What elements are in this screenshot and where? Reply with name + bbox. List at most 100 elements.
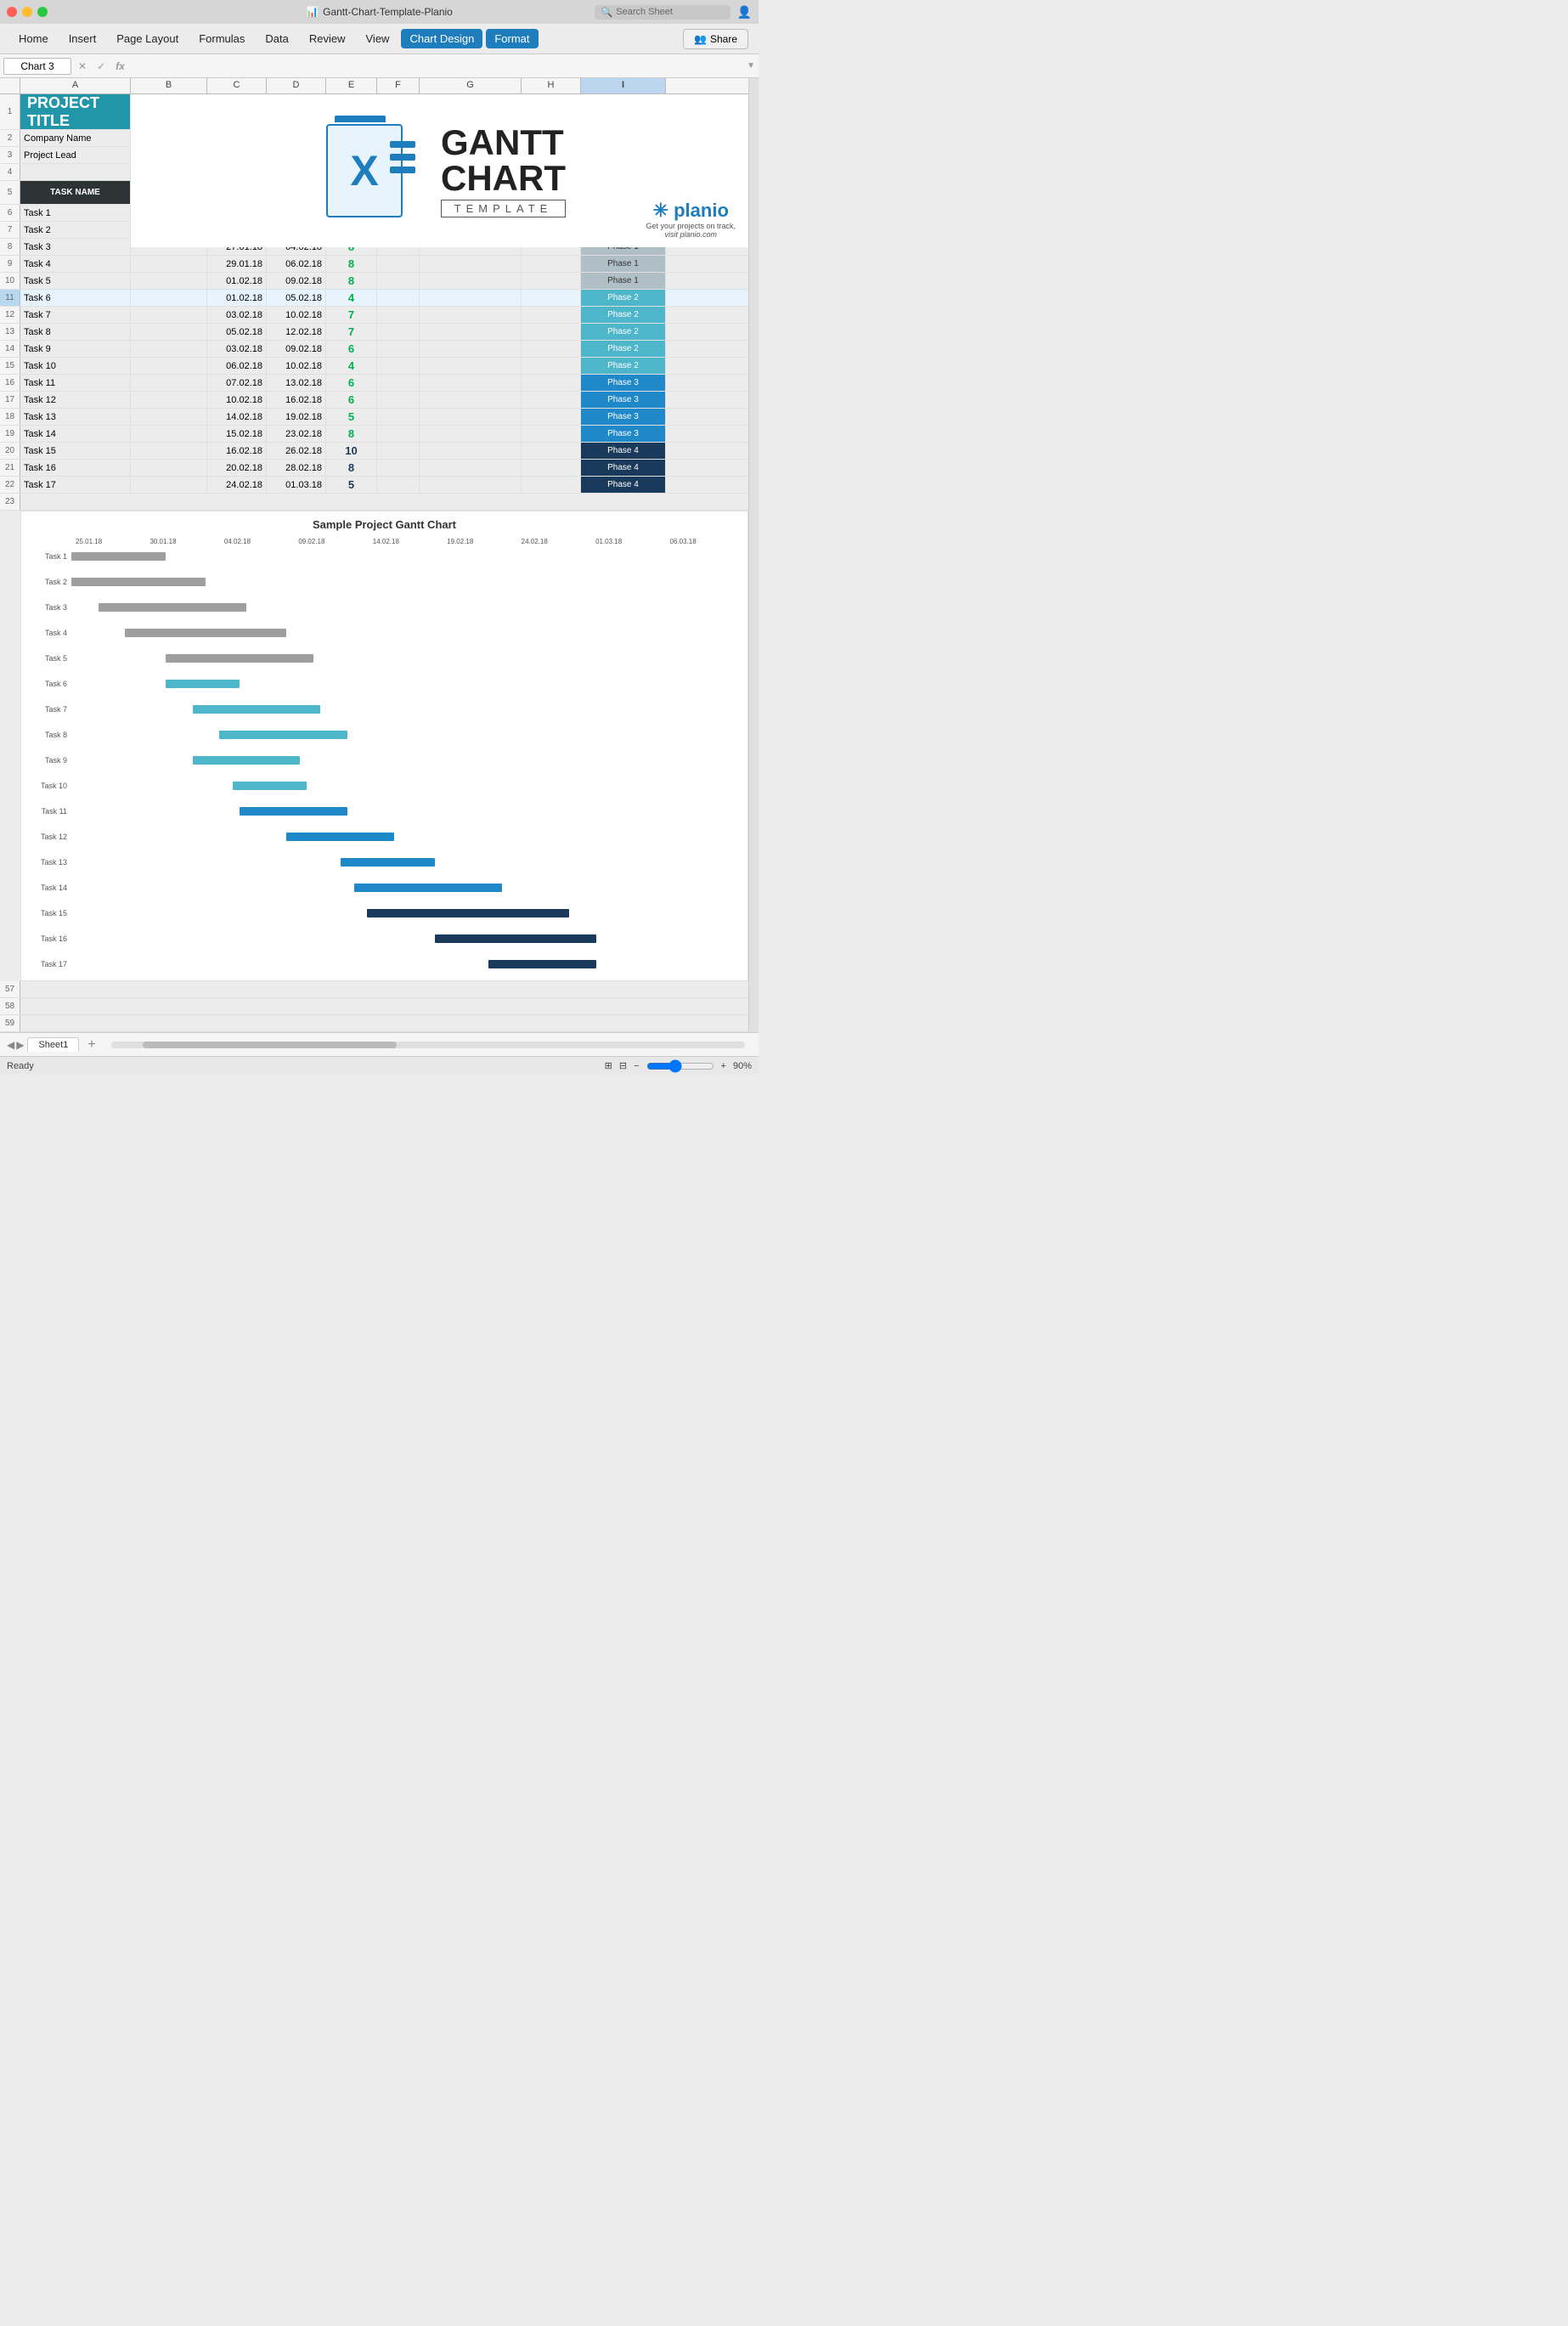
layout-view-icon[interactable]: ⊟	[619, 1060, 627, 1071]
phase-4[interactable]: Phase 1	[581, 256, 666, 272]
col-header-a[interactable]: A	[20, 78, 131, 93]
project-lead-cell[interactable]: Project Lead	[20, 147, 131, 163]
check-icon[interactable]: ✕	[75, 60, 90, 72]
phase-8[interactable]: Phase 2	[581, 324, 666, 340]
col-header-h[interactable]: H	[522, 78, 581, 93]
start-date-11[interactable]: 07.02.18	[207, 375, 267, 391]
desc-15[interactable]	[420, 443, 522, 459]
duration-9[interactable]: 6	[326, 341, 377, 357]
duration-4[interactable]: 8	[326, 256, 377, 272]
assigned-15[interactable]	[131, 443, 207, 459]
start-date-6[interactable]: 01.02.18	[207, 290, 267, 306]
col-header-b[interactable]: B	[131, 78, 207, 93]
menu-chart-design[interactable]: Chart Design	[401, 29, 482, 48]
assigned-8[interactable]	[131, 324, 207, 340]
assigned-17[interactable]	[131, 477, 207, 493]
task-name-12[interactable]: Task 12	[20, 392, 131, 408]
sheet-nav-arrows[interactable]: ◀ ▶	[7, 1039, 24, 1051]
zoom-in-icon[interactable]: +	[721, 1061, 726, 1071]
priority-14[interactable]	[522, 426, 581, 442]
priority-12[interactable]	[522, 392, 581, 408]
desc-7[interactable]	[420, 307, 522, 323]
pct-done-9[interactable]	[377, 341, 420, 357]
assigned-6[interactable]	[131, 290, 207, 306]
menu-page-layout[interactable]: Page Layout	[108, 29, 187, 48]
task-name-17[interactable]: Task 17	[20, 477, 131, 493]
priority-8[interactable]	[522, 324, 581, 340]
start-date-9[interactable]: 03.02.18	[207, 341, 267, 357]
start-date-10[interactable]: 06.02.18	[207, 358, 267, 374]
phase-16[interactable]: Phase 4	[581, 460, 666, 476]
col-header-g[interactable]: G	[420, 78, 522, 93]
pct-done-12[interactable]	[377, 392, 420, 408]
menu-insert[interactable]: Insert	[60, 29, 105, 48]
menu-formulas[interactable]: Formulas	[190, 29, 253, 48]
assigned-4[interactable]	[131, 256, 207, 272]
phase-5[interactable]: Phase 1	[581, 273, 666, 289]
company-name-cell[interactable]: Company Name	[20, 130, 131, 146]
phase-12[interactable]: Phase 3	[581, 392, 666, 408]
name-box[interactable]	[3, 58, 71, 75]
empty-row-23[interactable]	[20, 494, 748, 510]
header-task-name[interactable]: TASK NAME	[20, 181, 131, 204]
menu-format[interactable]: Format	[486, 29, 538, 48]
phase-17[interactable]: Phase 4	[581, 477, 666, 493]
expand-formula-icon[interactable]: ▼	[747, 61, 755, 71]
pct-done-8[interactable]	[377, 324, 420, 340]
duration-11[interactable]: 6	[326, 375, 377, 391]
phase-13[interactable]: Phase 3	[581, 409, 666, 425]
assigned-14[interactable]	[131, 426, 207, 442]
pct-done-10[interactable]	[377, 358, 420, 374]
confirm-icon[interactable]: ✓	[93, 60, 109, 72]
next-sheet-icon[interactable]: ▶	[16, 1039, 24, 1051]
start-date-4[interactable]: 29.01.18	[207, 256, 267, 272]
search-box[interactable]: 🔍 Search Sheet	[595, 5, 730, 20]
minimize-button[interactable]	[22, 7, 32, 17]
phase-10[interactable]: Phase 2	[581, 358, 666, 374]
task-name-9[interactable]: Task 9	[20, 341, 131, 357]
duration-14[interactable]: 8	[326, 426, 377, 442]
desc-17[interactable]	[420, 477, 522, 493]
priority-16[interactable]	[522, 460, 581, 476]
empty-59[interactable]	[20, 1015, 748, 1031]
start-date-12[interactable]: 10.02.18	[207, 392, 267, 408]
assigned-16[interactable]	[131, 460, 207, 476]
pct-done-16[interactable]	[377, 460, 420, 476]
priority-13[interactable]	[522, 409, 581, 425]
task-name-4[interactable]: Task 4	[20, 256, 131, 272]
col-header-f[interactable]: F	[377, 78, 420, 93]
start-date-15[interactable]: 16.02.18	[207, 443, 267, 459]
duration-8[interactable]: 7	[326, 324, 377, 340]
desc-4[interactable]	[420, 256, 522, 272]
desc-6[interactable]	[420, 290, 522, 306]
priority-9[interactable]	[522, 341, 581, 357]
duration-6[interactable]: 4	[326, 290, 377, 306]
due-date-4[interactable]: 06.02.18	[267, 256, 326, 272]
assigned-9[interactable]	[131, 341, 207, 357]
task-name-2[interactable]: Task 2	[20, 222, 131, 238]
pct-done-13[interactable]	[377, 409, 420, 425]
task-name-7[interactable]: Task 7	[20, 307, 131, 323]
due-date-7[interactable]: 10.02.18	[267, 307, 326, 323]
priority-11[interactable]	[522, 375, 581, 391]
duration-7[interactable]: 7	[326, 307, 377, 323]
prev-sheet-icon[interactable]: ◀	[7, 1039, 14, 1051]
close-button[interactable]	[7, 7, 17, 17]
phase-7[interactable]: Phase 2	[581, 307, 666, 323]
due-date-9[interactable]: 09.02.18	[267, 341, 326, 357]
phase-14[interactable]: Phase 3	[581, 426, 666, 442]
start-date-14[interactable]: 15.02.18	[207, 426, 267, 442]
desc-16[interactable]	[420, 460, 522, 476]
sheet-tab-1[interactable]: Sheet1	[27, 1037, 79, 1052]
task-name-5[interactable]: Task 5	[20, 273, 131, 289]
due-date-16[interactable]: 28.02.18	[267, 460, 326, 476]
task-name-3[interactable]: Task 3	[20, 239, 131, 255]
priority-17[interactable]	[522, 477, 581, 493]
start-date-17[interactable]: 24.02.18	[207, 477, 267, 493]
pct-done-6[interactable]	[377, 290, 420, 306]
col-header-i[interactable]: I	[581, 78, 666, 93]
menu-view[interactable]: View	[358, 29, 398, 48]
pct-done-5[interactable]	[377, 273, 420, 289]
assigned-7[interactable]	[131, 307, 207, 323]
phase-6[interactable]: Phase 2	[581, 290, 666, 306]
